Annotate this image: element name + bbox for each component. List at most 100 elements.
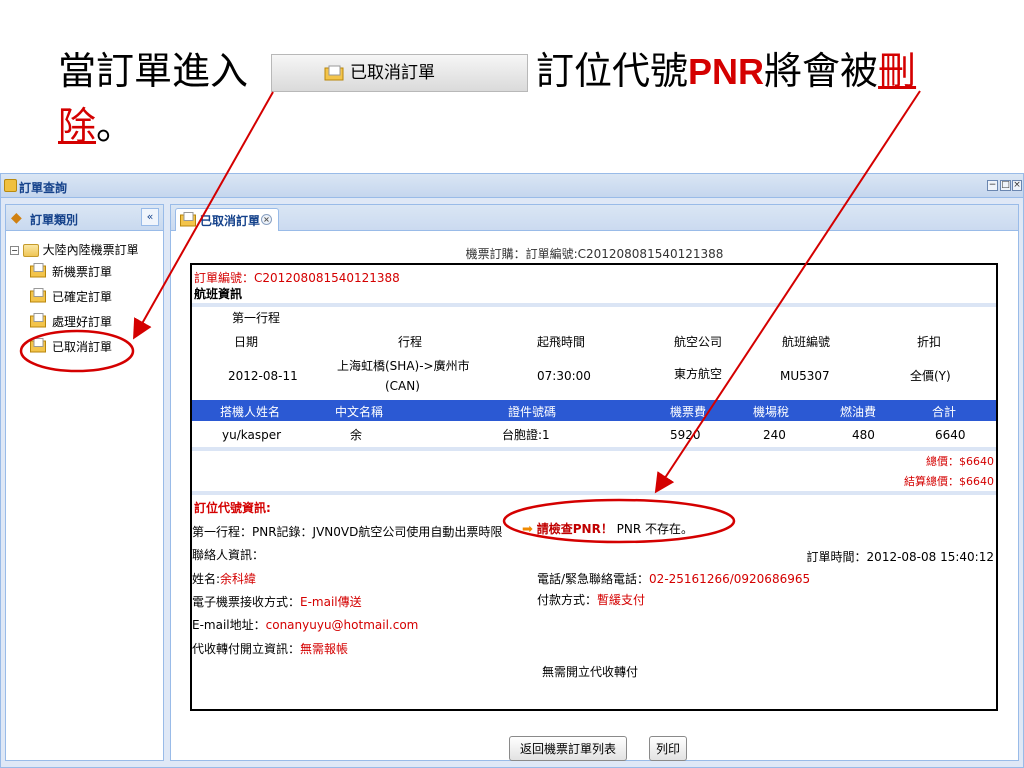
order-number: 訂單編號：C201208081540121388 xyxy=(194,271,400,285)
folder-doc-icon xyxy=(180,212,196,227)
title-deleted-2: 除 xyxy=(58,104,97,148)
window-title: 訂單查詢 xyxy=(19,181,68,195)
tree-root-label: 大陸內陸機票訂單 xyxy=(42,243,139,257)
col-header-flight-no: 航班編號 xyxy=(782,335,831,349)
payment-method-value: 暫緩支付 xyxy=(597,593,646,607)
payment-method: 付款方式：暫緩支付 xyxy=(537,591,645,608)
title-line-2: 除。 xyxy=(58,101,134,151)
contact-name-label: 姓名: xyxy=(192,572,221,586)
settle-total-price: 結算總價：$6640 xyxy=(904,475,994,488)
section-flight-info: 航班資訊 xyxy=(194,287,243,301)
sidebar-item-label: 新機票訂單 xyxy=(52,265,113,279)
title-text-part2: 訂位代號 xyxy=(536,49,689,93)
flight-number: MU5307 xyxy=(780,369,830,383)
order-header: 機票訂購：訂單編號:C201208081540121388 xyxy=(465,247,724,261)
folder-doc-icon xyxy=(324,65,344,81)
flight-route-line1: 上海虹橋(SHA)->廣州市 xyxy=(337,359,470,373)
print-button[interactable]: 列印 xyxy=(649,736,688,761)
title-end: 。 xyxy=(96,104,135,148)
col-header-id-no: 證件號碼 xyxy=(508,405,557,419)
col-header-chinese-name: 中文名稱 xyxy=(335,405,384,419)
contact-phone-value: 02-25161266/0920686965 xyxy=(649,572,811,586)
tree-collapse-icon[interactable]: − xyxy=(10,246,19,255)
col-header-time: 起飛時間 xyxy=(537,335,586,349)
contact-phone-label: 電話/緊急聯絡電話： xyxy=(537,572,650,586)
contact-name-value: 余科緯 xyxy=(220,572,257,586)
collect-value: 無需報帳 xyxy=(300,642,349,656)
sidebar-header: ◆ 訂單類別 « xyxy=(6,205,163,231)
maximize-icon[interactable]: □ xyxy=(1000,180,1011,191)
divider xyxy=(192,447,996,451)
close-icon[interactable]: × xyxy=(1012,180,1022,191)
col-header-route: 行程 xyxy=(398,335,423,349)
title-deleted-1: 刪 xyxy=(878,49,917,93)
ticket-delivery-value: E-mail傳送 xyxy=(300,595,362,609)
total-price: 總價：$6640 xyxy=(926,455,994,468)
ticket-delivery-label: 電子機票接收方式： xyxy=(192,595,301,609)
category-icon: ◆ xyxy=(11,210,22,226)
col-header-fuel: 燃油費 xyxy=(840,405,877,419)
tab-strip: 已取消訂單 × xyxy=(171,205,1018,231)
contact-label: 聯絡人資訊： xyxy=(192,548,265,562)
flight-route-line2: (CAN) xyxy=(385,379,420,393)
title-text-after: 訂位代號PNR將會被刪 xyxy=(536,46,916,97)
pax-fare: 5920 xyxy=(670,428,701,442)
pnr-check-notice: ➡ 請檢查PNR！ PNR 不存在。 xyxy=(522,520,693,537)
sidebar-item-label: 已確定訂單 xyxy=(52,290,113,304)
order-detail: 訂單編號：C201208081540121388 航班資訊 第一行程 日期 行程… xyxy=(190,263,998,711)
collect-info: 代收轉付開立資訊：無需報帳 xyxy=(192,640,348,657)
ticket-delivery: 電子機票接收方式：E-mail傳送 xyxy=(192,593,362,610)
pnr-check-label: 請檢查PNR！ xyxy=(536,522,613,536)
folder-doc-icon xyxy=(30,288,46,303)
col-header-total: 合計 xyxy=(932,405,957,419)
sidebar-title: 訂單類別 xyxy=(30,213,79,227)
pax-fuel: 480 xyxy=(852,428,875,442)
divider xyxy=(192,303,996,307)
order-time: 訂單時間：2012-08-08 15:40:12 xyxy=(806,550,994,564)
divider xyxy=(192,491,996,495)
order-query-window: 訂單查詢 − □ × ◆ 訂單類別 « − 大陸內陸機票訂單 新機票訂單 已確定… xyxy=(0,173,1024,768)
flight-airline: 東方航空 xyxy=(674,367,723,381)
sidebar-item-confirmed-orders[interactable]: 已確定訂單 xyxy=(30,286,112,306)
folder-icon xyxy=(22,244,39,257)
segment-label: 第一行程 xyxy=(232,311,281,325)
flight-time: 07:30:00 xyxy=(537,369,591,383)
tab-close-icon[interactable]: × xyxy=(261,214,272,225)
pnr-missing-text: PNR 不存在。 xyxy=(616,522,694,536)
folder-doc-icon xyxy=(30,313,46,328)
sidebar-item-label: 處理好訂單 xyxy=(52,315,113,329)
contact-name: 姓名:余科緯 xyxy=(192,570,256,587)
email-value: conanyuyu@hotmail.com xyxy=(265,618,419,632)
back-to-list-button[interactable]: 返回機票訂單列表 xyxy=(509,736,628,761)
passenger-header-row: 搭機人姓名 中文名稱 證件號碼 機票費 機場稅 燃油費 合計 xyxy=(192,400,996,421)
collapse-button[interactable]: « xyxy=(141,208,159,226)
pax-id-no: 台胞證:1 xyxy=(502,428,550,442)
col-header-pax-name: 搭機人姓名 xyxy=(220,405,281,419)
title-line-1: 當訂單進入 xyxy=(58,46,248,96)
col-header-fare: 機票費 xyxy=(670,405,707,419)
email-address: E-mail地址：conanyuyu@hotmail.com xyxy=(192,616,418,633)
no-collect-note: 無需開立代收轉付 xyxy=(542,665,639,679)
tree-root[interactable]: − 大陸內陸機票訂單 xyxy=(10,241,139,258)
contact-phone: 電話/緊急聯絡電話：02-25161266/0920686965 xyxy=(537,570,810,587)
title-text-part3: 將會被 xyxy=(764,49,879,93)
col-header-airline: 航空公司 xyxy=(674,335,723,349)
flight-discount: 全價(Y) xyxy=(910,369,951,383)
minimize-icon[interactable]: − xyxy=(987,180,998,191)
sidebar-item-label: 已取消訂單 xyxy=(52,340,113,354)
sidebar-item-processed-orders[interactable]: 處理好訂單 xyxy=(30,311,112,331)
sidebar: ◆ 訂單類別 « − 大陸內陸機票訂單 新機票訂單 已確定訂單 處理好訂單 已取… xyxy=(5,204,164,761)
flight-date: 2012-08-11 xyxy=(228,369,298,383)
tab-cancelled-orders[interactable]: 已取消訂單 × xyxy=(175,208,279,231)
collect-label: 代收轉付開立資訊： xyxy=(192,642,301,656)
arrow-right-icon: ➡ xyxy=(522,522,533,537)
sidebar-item-cancelled-orders[interactable]: 已取消訂單 xyxy=(30,336,112,356)
sidebar-item-new-orders[interactable]: 新機票訂單 xyxy=(30,261,112,281)
window-titlebar: 訂單查詢 − □ × xyxy=(1,174,1023,198)
email-label: E-mail地址： xyxy=(192,618,266,632)
main-panel: 已取消訂單 × 機票訂購：訂單編號:C201208081540121388 訂單… xyxy=(170,204,1019,761)
pnr-record-line: 第一行程：PNR記錄：JVN0VD航空公司使用自動出票時限 xyxy=(192,525,503,539)
section-pnr-info: 訂位代號資訊: xyxy=(194,501,271,515)
window-icon xyxy=(4,179,17,192)
folder-doc-icon xyxy=(30,263,46,278)
